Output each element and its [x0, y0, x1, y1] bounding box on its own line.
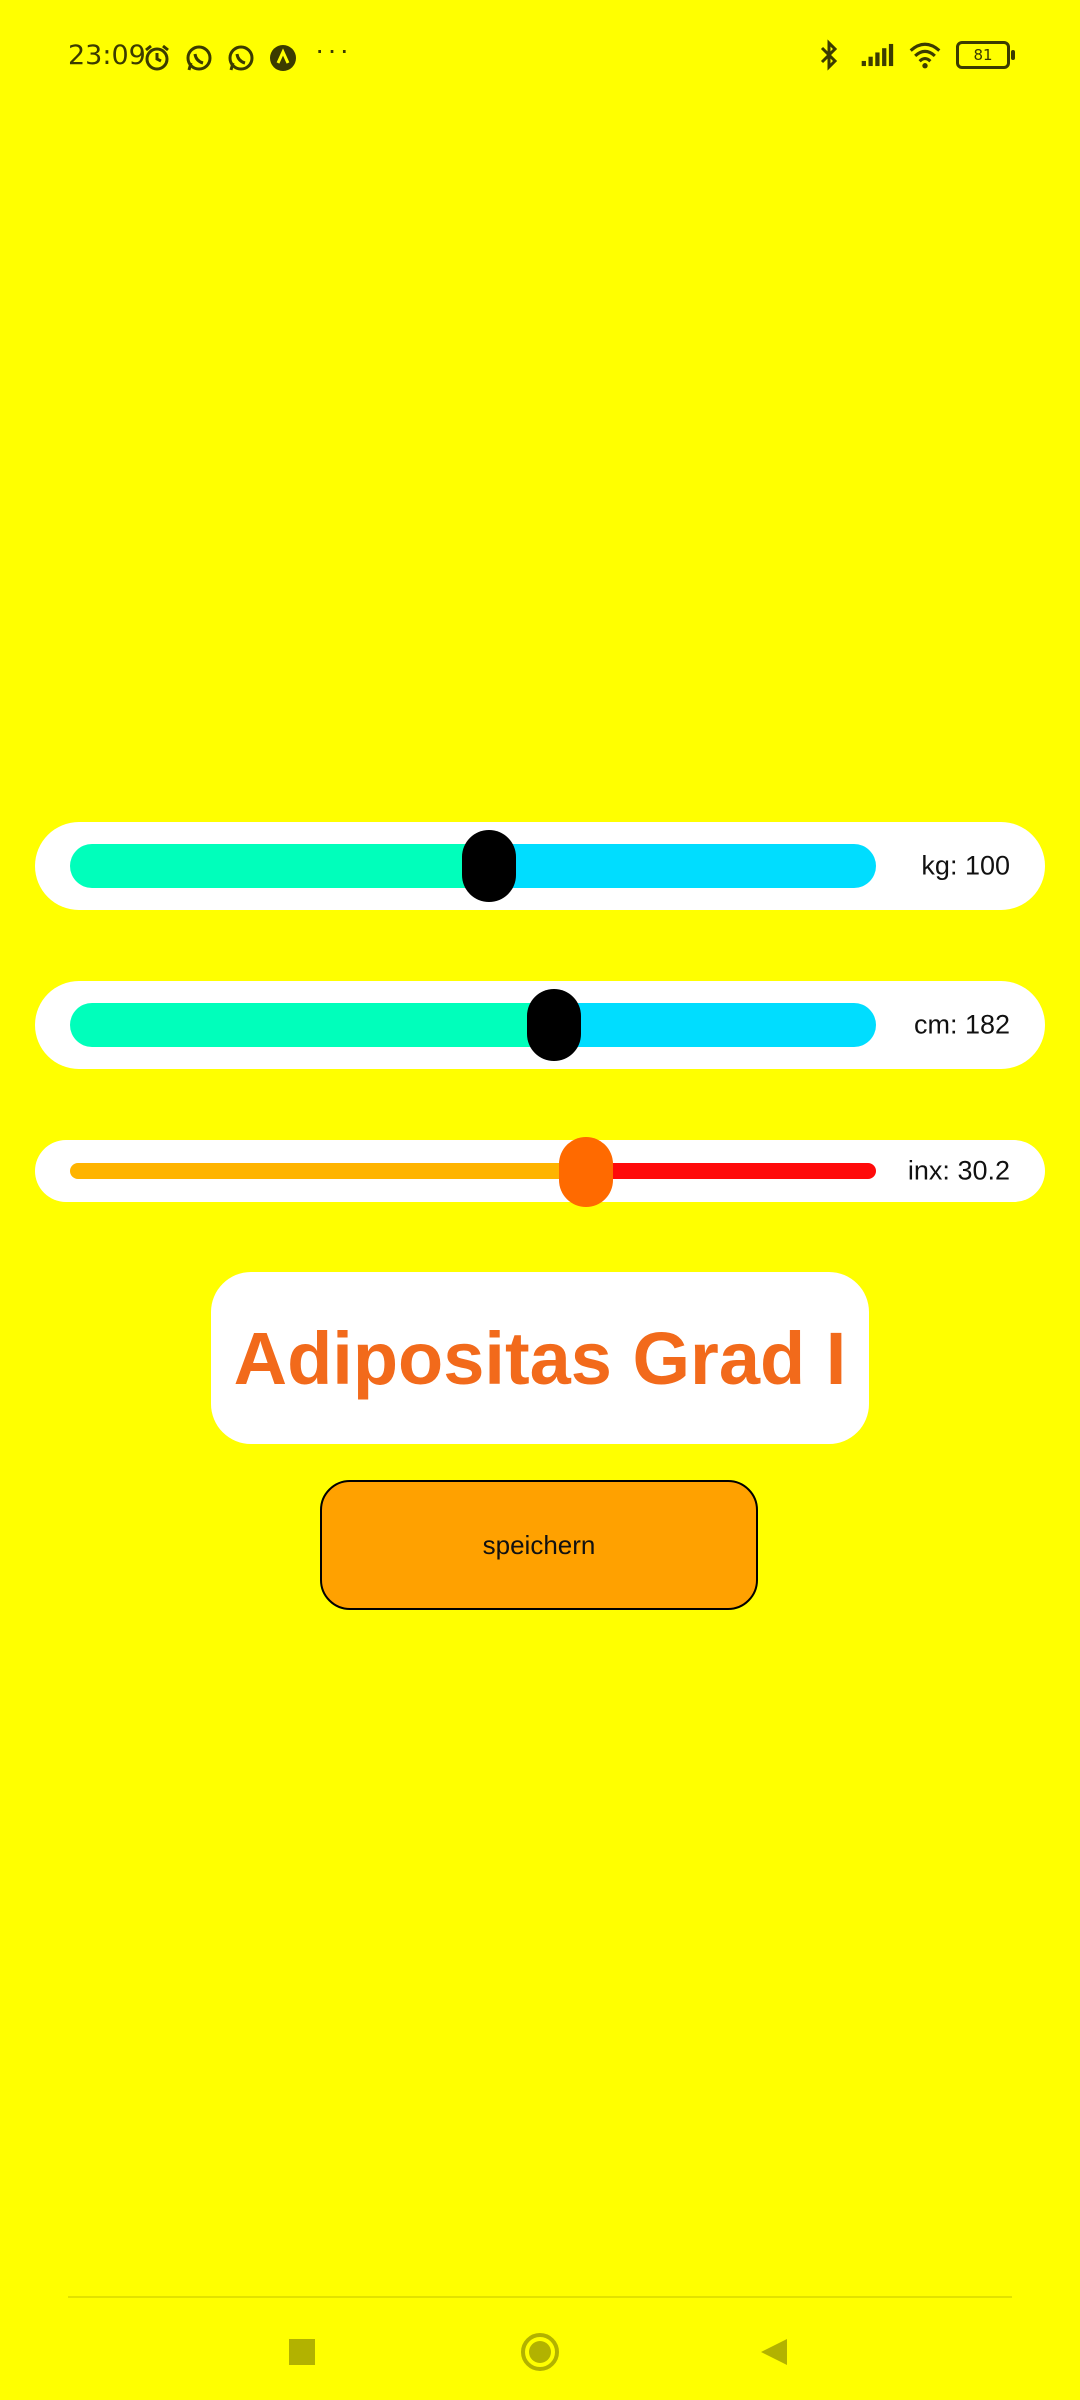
- index-slider-thumb[interactable]: [558, 1137, 613, 1207]
- whatsapp-icon: [182, 41, 216, 75]
- weight-slider-thumb[interactable]: [462, 830, 517, 902]
- weight-slider-rest: [489, 844, 876, 888]
- status-time: 23:09: [68, 40, 146, 71]
- height-slider-card: cm: 182: [35, 981, 1045, 1069]
- navigation-bar: [0, 2300, 1080, 2400]
- height-slider-rest: [553, 1003, 876, 1047]
- signal-icon: [860, 38, 894, 72]
- overflow-dots: ···: [315, 34, 352, 65]
- notification-icons: [140, 40, 300, 76]
- home-circle-icon[interactable]: [510, 2322, 570, 2382]
- height-slider-track[interactable]: [70, 1003, 876, 1047]
- height-slider-fill: [70, 1003, 554, 1047]
- wifi-icon: [908, 38, 942, 72]
- save-button[interactable]: speichern: [320, 1480, 758, 1610]
- weight-slider-card: kg: 100: [35, 822, 1045, 910]
- index-slider-fill: [70, 1163, 586, 1179]
- index-slider-rest: [585, 1163, 876, 1179]
- alarm-icon: [140, 41, 174, 75]
- bmi-category-text: Adipositas Grad I: [233, 1316, 847, 1400]
- back-triangle-icon[interactable]: [744, 2322, 804, 2382]
- height-label: cm: 182: [913, 1009, 1010, 1040]
- whatsapp-icon: [224, 41, 258, 75]
- weight-label: kg: 100: [921, 850, 1010, 881]
- bluetooth-icon: [812, 38, 846, 72]
- index-label: inx: 30.2: [907, 1155, 1010, 1186]
- nav-divider: [68, 2296, 1012, 2298]
- recents-square-icon[interactable]: [272, 2322, 332, 2382]
- index-slider-track[interactable]: [70, 1163, 876, 1179]
- weight-slider-fill: [70, 844, 490, 888]
- app-icon: [266, 41, 300, 75]
- height-slider-thumb[interactable]: [526, 989, 581, 1061]
- system-status-icons: 81: [812, 38, 1015, 72]
- index-slider-card: inx: 30.2: [35, 1137, 1045, 1207]
- result-box: Adipositas Grad I: [211, 1272, 869, 1444]
- battery-indicator: 81: [956, 41, 1015, 69]
- status-bar: 23:09 ··· 81: [0, 0, 1080, 110]
